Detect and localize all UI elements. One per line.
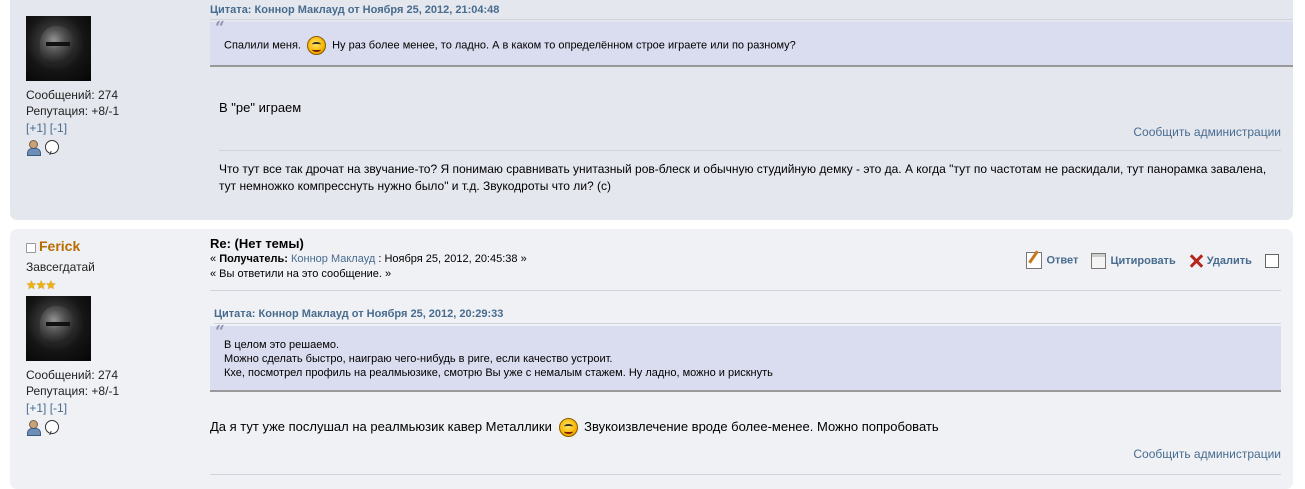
signature-divider [219,150,1281,151]
post-body-part: Звукоизвлечение вроде более-менее. Можно… [584,418,939,434]
poster-info: Сообщений: 274 Репутация: +8/-1 [+1] [-1… [26,16,196,157]
quote-icon [1091,252,1107,269]
personal-message-icon[interactable] [45,139,60,154]
delete-icon [1189,254,1203,268]
delete-button[interactable]: Удалить [1189,254,1252,268]
karma-minus-link[interactable]: [-1] [50,121,67,135]
quote-mark-icon: “ [215,18,225,38]
delete-label: Удалить [1206,254,1252,267]
quote-line: В целом это решаемо. [224,339,340,351]
avatar[interactable] [26,296,91,361]
recipient-label: Получатель: [219,253,288,265]
reply-icon [1026,252,1043,269]
quote-block: “ Спалили меня. Ну раз более менее, то л… [210,18,1293,67]
poster-name-row: Ferick [26,238,196,254]
post-body: В "ре" играем [219,100,302,115]
quote-header[interactable]: Цитата: Коннор Маклауд от Ноября 25, 201… [214,308,1281,324]
post-content: Цитата: Коннор Маклауд от Ноября 25, 201… [210,4,1293,193]
post-count: Сообщений: 274 [26,88,119,102]
post-subject[interactable]: Re: (Нет темы) [210,236,1293,251]
recipient-link[interactable]: Коннор Маклауд [291,253,375,265]
offline-status-icon [26,242,36,253]
quote-block: “ В целом это решаемо. Можно сделать быс… [210,322,1281,392]
meta-prefix: « [210,253,217,265]
post-actions: Ответ Цитировать Удалить [1016,252,1279,269]
poster-icons [26,139,196,157]
quote-mark-icon: “ [215,322,225,342]
report-to-admin-link[interactable]: Сообщить администрации [1133,125,1281,139]
karma-plus-link[interactable]: [+1] [26,121,46,135]
select-post-checkbox[interactable] [1265,253,1279,268]
quote-line: Можно сделать быстро, наиграю чего-нибуд… [224,353,613,365]
poster-name-link[interactable]: Ferick [39,238,80,254]
reputation: Репутация: +8/-1 [26,384,120,398]
quote-line: Кхе, посмотрел профиль на реалмьюзике, с… [224,367,773,379]
header-divider [210,290,1281,291]
post-count: Сообщений: 274 [26,368,119,382]
report-to-admin-link[interactable]: Сообщить администрации [1133,447,1281,461]
replied-notice: « Вы ответили на это сообщение. » [210,268,392,280]
profile-icon[interactable] [26,419,41,436]
post-date: : Ноября 25, 2012, 20:45:38 » [378,253,527,265]
smiley-icon [307,36,327,55]
poster-info: Ferick Завсегдатай ★★★ Сообщений: 274 Ре… [26,238,196,437]
profile-icon[interactable] [26,139,41,156]
karma-plus-link[interactable]: [+1] [26,401,46,415]
quote-text-part: Спалили меня. [224,39,301,52]
poster-icons [26,419,196,437]
rank-stars-icon: ★★★ [26,278,56,292]
signature-divider [210,474,1281,475]
karma-links: [+1] [-1] [26,400,196,417]
reputation: Репутация: +8/-1 [26,104,120,118]
signature: Что тут все так дрочат на звучание-то? Я… [219,162,1267,193]
personal-message-icon[interactable] [45,419,60,434]
quote-button[interactable]: Цитировать [1091,252,1176,269]
karma-minus-link[interactable]: [-1] [50,401,67,415]
reply-button[interactable]: Ответ [1026,252,1078,269]
quote-text-part: Ну раз более менее, то ладно. А в каком … [332,39,796,52]
smiley-icon [558,418,578,437]
karma-links: [+1] [-1] [26,120,196,137]
quote-label: Цитировать [1110,254,1176,267]
post-2: Ferick Завсегдатай ★★★ Сообщений: 274 Ре… [10,229,1293,489]
post-body-part: Да я тут уже послушал на реалмьюзик каве… [210,418,552,434]
post-content: Re: (Нет темы) « Получатель: Коннор Макл… [210,236,1293,475]
reply-label: Ответ [1046,254,1079,267]
member-rank: Завсегдатай [26,260,95,274]
avatar[interactable] [26,16,91,81]
post-1: Сообщений: 274 Репутация: +8/-1 [+1] [-1… [10,0,1293,220]
post-body: Да я тут уже послушал на реалмьюзик каве… [210,418,939,437]
quote-header[interactable]: Цитата: Коннор Маклауд от Ноября 25, 201… [210,4,1293,20]
